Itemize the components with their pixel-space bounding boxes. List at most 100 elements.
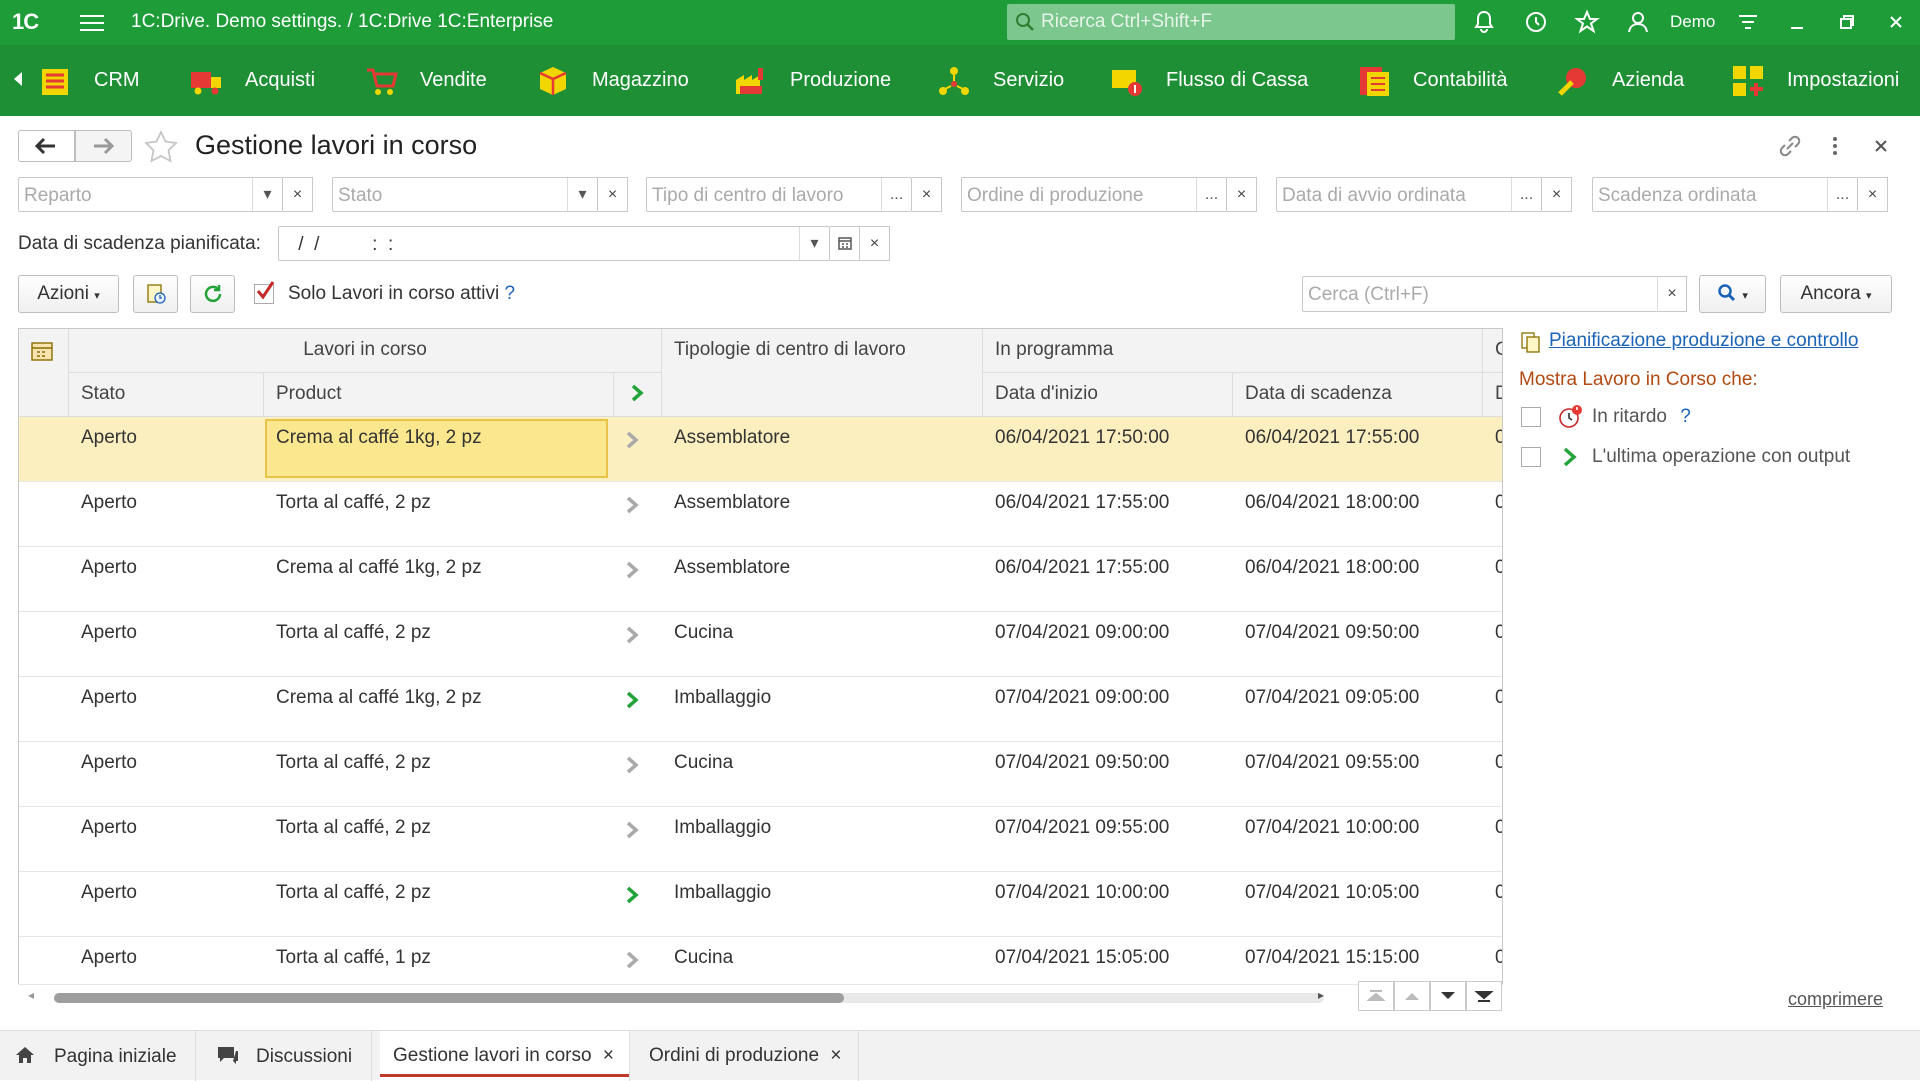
solo-attivi-label[interactable]: Solo Lavori in corso attivi ? <box>288 283 515 305</box>
select-ellipsis-button[interactable]: ... <box>1511 178 1541 211</box>
cell-product[interactable]: Crema al caffé 1kg, 2 pz <box>276 557 482 579</box>
section-azienda[interactable]: Azienda <box>1556 45 1684 116</box>
reparto-clear-button[interactable]: × <box>283 177 313 212</box>
reparto-field[interactable]: Reparto ▾ <box>18 177 283 212</box>
help-icon[interactable]: ? <box>1680 406 1691 427</box>
table-row[interactable]: Aperto Torta al caffé, 2 pz Cucina 07/04/20… <box>19 612 1502 677</box>
select-ellipsis-button[interactable]: ... <box>881 178 911 211</box>
section-flusso-di-cassa[interactable]: Flusso di Cassa <box>1110 45 1308 116</box>
work-in-progress-table[interactable]: Lavori in corso Tipologie di centro di l… <box>18 328 1503 1011</box>
link-icon[interactable] <box>1775 131 1805 161</box>
tipo-centro-field[interactable]: Tipo di centro di lavoro ... <box>646 177 912 212</box>
horizontal-scrollbar[interactable]: ◂ ▸ <box>18 984 1503 1011</box>
user-name[interactable]: Demo <box>1670 12 1715 32</box>
scroll-thumb[interactable] <box>54 993 844 1003</box>
cell-product[interactable]: Torta al caffé, 2 pz <box>276 492 431 514</box>
tab-gestione-lavori[interactable]: Gestione lavori in corso × <box>380 1031 630 1081</box>
stato-field[interactable]: Stato ▾ <box>332 177 598 212</box>
ancora-button[interactable]: Ancora ▾ <box>1780 275 1892 313</box>
dropdown-icon[interactable]: ▾ <box>799 227 829 260</box>
menu-lines-icon[interactable] <box>1734 8 1762 36</box>
table-row[interactable]: Aperto Torta al caffé, 2 pz Imballaggio 07/… <box>19 807 1502 872</box>
forward-button[interactable] <box>75 130 132 162</box>
section-produzione[interactable]: Produzione <box>734 45 891 116</box>
page-up-button[interactable] <box>1394 981 1430 1011</box>
favorites-star-icon[interactable] <box>1573 8 1601 36</box>
select-ellipsis-button[interactable]: ... <box>1827 178 1857 211</box>
tab-ordini-produzione[interactable]: Ordini di produzione × <box>637 1031 859 1081</box>
table-row[interactable]: Aperto Torta al caffé, 2 pz Imballaggio 07/… <box>19 872 1502 937</box>
header-stato[interactable]: Stato <box>69 373 264 417</box>
global-search-input[interactable]: Ricerca Ctrl+Shift+F <box>1007 4 1455 40</box>
table-row[interactable]: Aperto Crema al caffé 1kg, 2 pz Assemblato… <box>19 417 1502 482</box>
calendar-button[interactable] <box>830 226 860 261</box>
cell-product[interactable]: Torta al caffé, 2 pz <box>276 882 431 904</box>
search-options-button[interactable]: ▾ <box>1699 275 1766 313</box>
ordine-produzione-clear-button[interactable]: × <box>1227 177 1257 212</box>
stato-clear-button[interactable]: × <box>598 177 628 212</box>
table-row[interactable]: Aperto Torta al caffé, 2 pz Assemblatore 06… <box>19 482 1502 547</box>
date-filter-field[interactable]: / / : : ▾ <box>278 226 830 261</box>
ultima-operazione-label[interactable]: L'ultima operazione con output <box>1592 446 1850 468</box>
ordine-produzione-field[interactable]: Ordine di produzione ... <box>961 177 1227 212</box>
scadenza-ordinata-clear-button[interactable]: × <box>1858 177 1888 212</box>
header-tipologie[interactable]: Tipologie di centro di lavoro <box>662 329 983 417</box>
table-row[interactable]: Aperto Crema al caffé 1kg, 2 pz Assemblato… <box>19 547 1502 612</box>
tab-discussioni[interactable]: Discussioni <box>196 1031 372 1081</box>
table-row[interactable]: Aperto Torta al caffé, 2 pz Cucina 07/04/20… <box>19 742 1502 807</box>
page-down-button[interactable] <box>1430 981 1466 1011</box>
collapse-link[interactable]: comprimere <box>1788 989 1883 1010</box>
more-vertical-icon[interactable] <box>1820 131 1850 161</box>
data-avvio-clear-button[interactable]: × <box>1542 177 1572 212</box>
table-row[interactable]: Aperto Crema al caffé 1kg, 2 pz Imballaggi… <box>19 677 1502 742</box>
cell-product[interactable]: Crema al caffé 1kg, 2 pz <box>276 427 482 449</box>
section-magazzino[interactable]: Magazzino <box>536 45 689 116</box>
close-icon[interactable] <box>1882 8 1910 36</box>
restore-icon[interactable] <box>1833 8 1861 36</box>
main-menu-icon[interactable] <box>80 10 104 34</box>
last-page-button[interactable] <box>1466 981 1502 1011</box>
section-servizio[interactable]: Servizio <box>937 45 1064 116</box>
dropdown-icon[interactable]: ▾ <box>252 178 282 211</box>
ultima-operazione-checkbox[interactable] <box>1521 447 1541 467</box>
date-filter-clear-button[interactable]: × <box>860 226 890 261</box>
header-data-scadenza[interactable]: Data di scadenza <box>1233 373 1483 417</box>
sections-scroll-left-icon[interactable] <box>14 72 22 86</box>
scroll-right-icon[interactable]: ▸ <box>1318 988 1324 1002</box>
section-vendite[interactable]: Vendite <box>364 45 487 116</box>
section-contabilita[interactable]: Contabilità <box>1357 45 1508 116</box>
header-data-inizio[interactable]: Data d'inizio <box>983 373 1233 417</box>
minimize-icon[interactable] <box>1783 8 1811 36</box>
tipo-centro-clear-button[interactable]: × <box>912 177 942 212</box>
solo-attivi-checkbox[interactable] <box>254 281 275 304</box>
cell-product[interactable]: Torta al caffé, 1 pz <box>276 947 431 969</box>
select-ellipsis-button[interactable]: ... <box>1196 178 1226 211</box>
cell-product[interactable]: Torta al caffé, 2 pz <box>276 752 431 774</box>
user-icon[interactable] <box>1624 8 1652 36</box>
cell-product[interactable]: Torta al caffé, 2 pz <box>276 817 431 839</box>
data-avvio-field[interactable]: Data di avvio ordinata ... <box>1276 177 1542 212</box>
help-icon[interactable]: ? <box>505 283 516 304</box>
azioni-button[interactable]: Azioni ▾ <box>18 275 119 313</box>
tab-close-icon[interactable]: × <box>830 1045 841 1066</box>
in-ritardo-checkbox[interactable] <box>1521 407 1541 427</box>
tab-pagina-iniziale[interactable]: Pagina iniziale <box>0 1031 196 1081</box>
pianificazione-link[interactable]: Pianificazione produzione e controllo <box>1549 330 1858 352</box>
section-crm[interactable]: CRM <box>38 45 140 116</box>
back-button[interactable] <box>18 130 75 162</box>
report-button[interactable] <box>133 275 178 313</box>
scadenza-ordinata-field[interactable]: Scadenza ordinata ... <box>1592 177 1858 212</box>
section-acquisti[interactable]: Acquisti <box>189 45 315 116</box>
cell-product[interactable]: Crema al caffé 1kg, 2 pz <box>276 687 482 709</box>
scroll-left-icon[interactable]: ◂ <box>28 988 34 1002</box>
header-operation-flag[interactable] <box>614 373 662 417</box>
header-product[interactable]: Product <box>264 373 614 417</box>
list-search-input[interactable]: Cerca (Ctrl+F) <box>1302 276 1687 312</box>
cell-product[interactable]: Torta al caffé, 2 pz <box>276 622 431 644</box>
tab-close-icon[interactable]: × <box>603 1045 614 1066</box>
in-ritardo-label[interactable]: In ritardo ? <box>1592 406 1691 428</box>
list-search-clear-button[interactable]: × <box>1657 276 1687 312</box>
first-page-button[interactable] <box>1358 981 1394 1011</box>
form-close-icon[interactable] <box>1866 131 1896 161</box>
section-impostazioni[interactable]: Impostazioni <box>1731 45 1899 116</box>
